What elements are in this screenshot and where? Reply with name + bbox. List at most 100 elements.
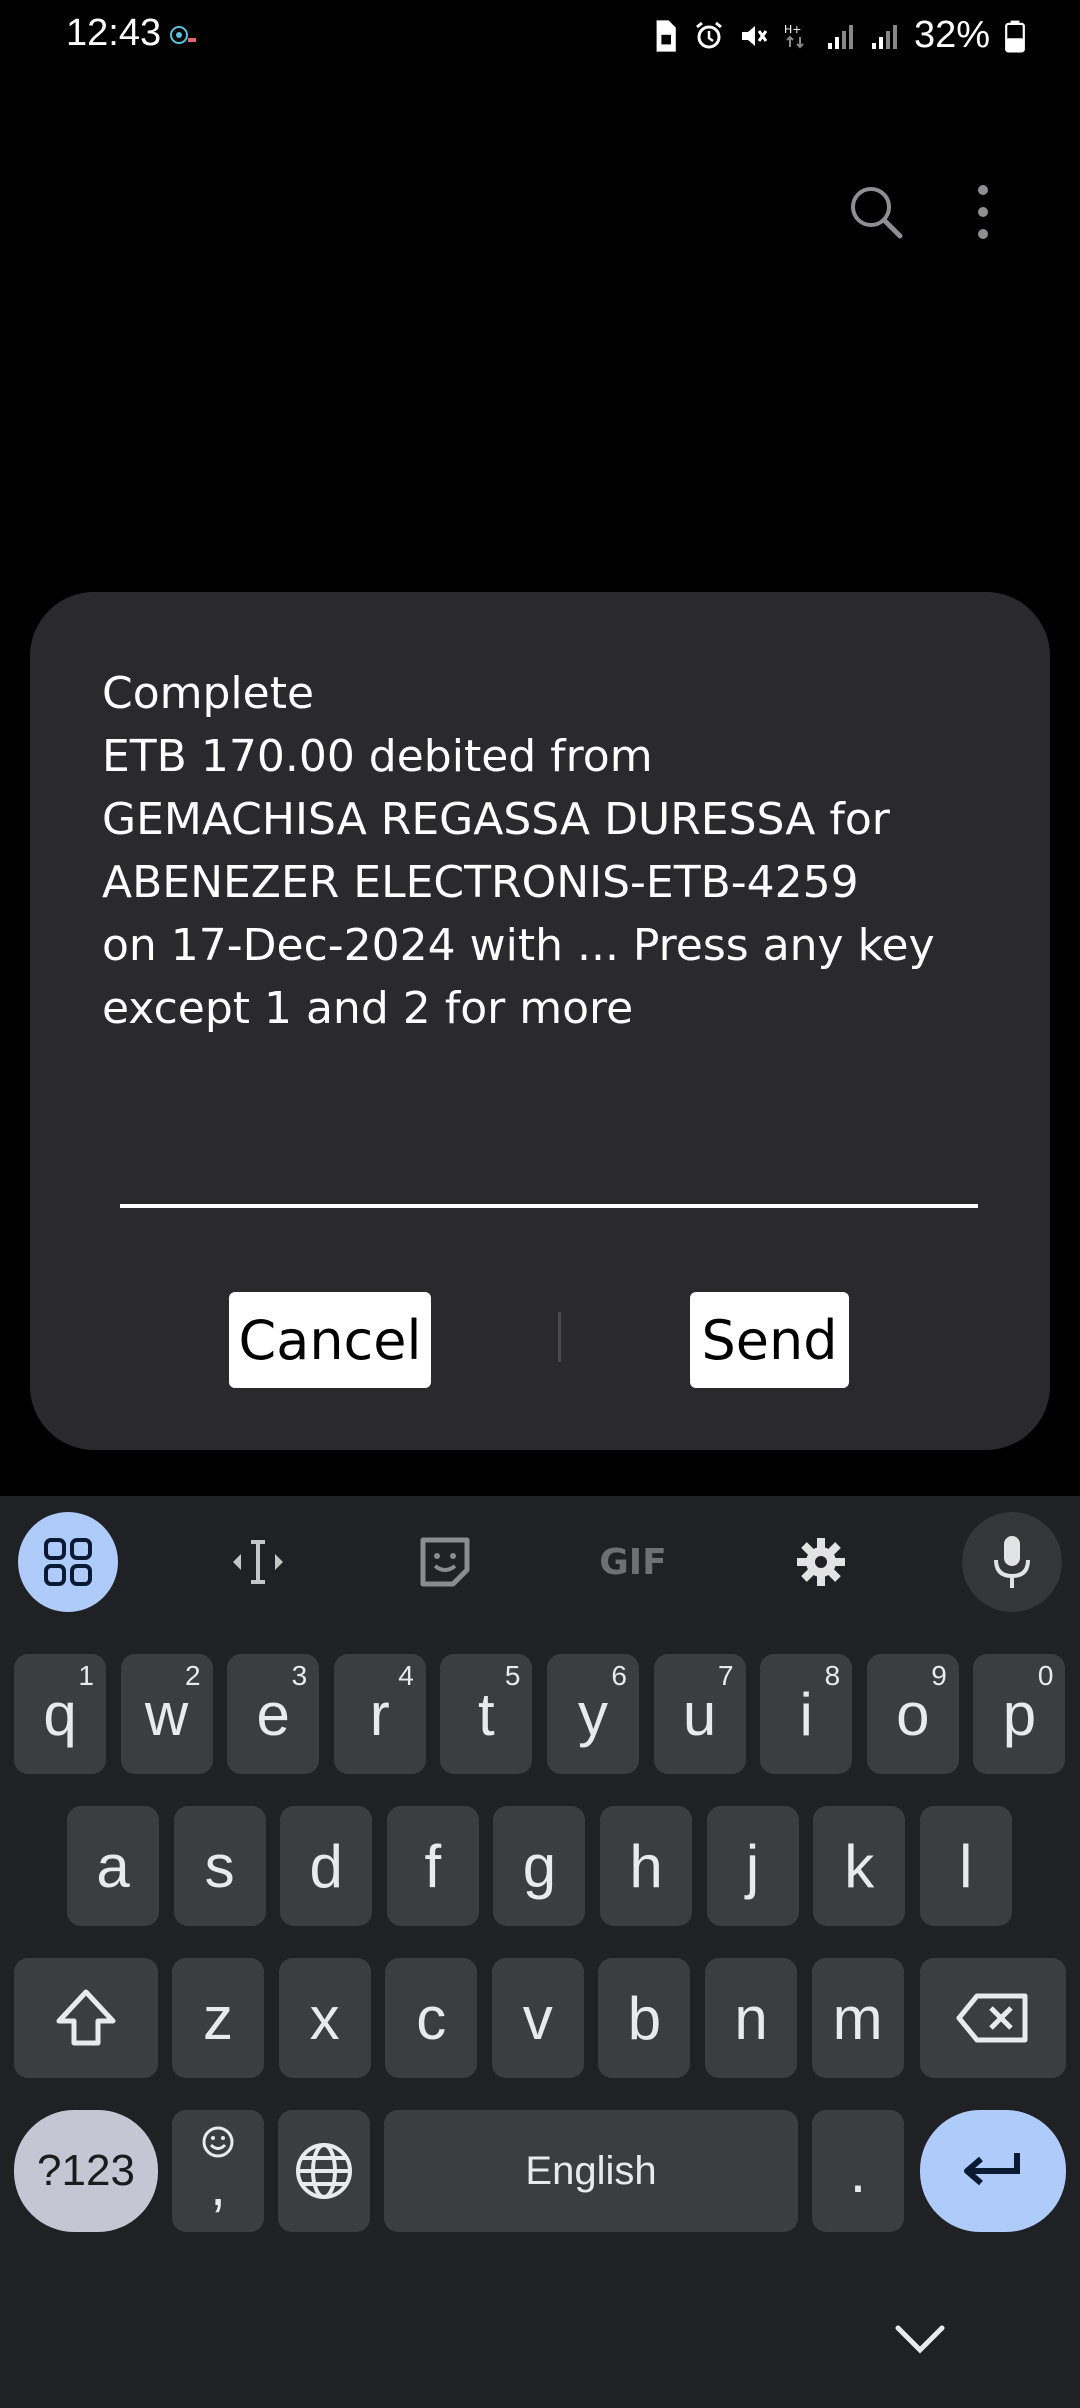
key-label: y <box>578 1680 608 1748</box>
key-t[interactable]: t5 <box>440 1654 533 1774</box>
language-key[interactable] <box>278 2110 370 2232</box>
key-j[interactable]: j <box>706 1806 799 1926</box>
sticker-button[interactable] <box>395 1512 495 1612</box>
svg-text:H+: H+ <box>784 23 802 36</box>
key-label: g <box>522 1832 557 1900</box>
gif-button[interactable]: GIF <box>583 1512 683 1612</box>
key-k[interactable]: k <box>813 1806 906 1926</box>
battery-percent: 32% <box>913 14 990 56</box>
signal-icon <box>827 24 853 49</box>
collapse-keyboard-icon[interactable] <box>892 2320 948 2360</box>
mic-button[interactable] <box>962 1512 1062 1612</box>
button-divider <box>558 1312 561 1362</box>
key-label: f <box>424 1832 442 1900</box>
key-v[interactable]: v <box>491 1958 584 2078</box>
key-n[interactable]: n <box>705 1958 797 2078</box>
key-label: q <box>43 1680 77 1748</box>
key-b[interactable]: b <box>598 1958 691 2078</box>
status-bar: 12:43 H+ 32% <box>0 0 1080 72</box>
dialog-message: Complete ETB 170.00 debited from GEMACHI… <box>102 668 935 1034</box>
emoji-comma-key[interactable]: , <box>172 2110 264 2232</box>
text-cursor-icon <box>233 1540 283 1584</box>
key-hint: 2 <box>185 1660 201 1691</box>
key-a[interactable]: a <box>67 1806 159 1926</box>
status-icons: H+ 32% <box>650 14 1026 57</box>
more-vert-icon[interactable] <box>966 176 1000 248</box>
signal-icon <box>871 24 897 49</box>
key-w[interactable]: w2 <box>120 1654 213 1774</box>
key-label: u <box>682 1680 717 1748</box>
key-label: r <box>369 1680 390 1748</box>
key-label: k <box>844 1832 875 1900</box>
symbols-key[interactable]: ?123 <box>14 2110 158 2232</box>
shift-key[interactable] <box>14 1958 158 2078</box>
key-label: o <box>896 1680 930 1748</box>
key-hint: 1 <box>78 1660 94 1691</box>
key-hint: 6 <box>611 1660 627 1691</box>
shift-icon <box>56 1989 116 2046</box>
key-label: e <box>256 1680 290 1748</box>
key-q[interactable]: q1 <box>14 1654 106 1774</box>
send-button[interactable]: Send <box>690 1292 849 1388</box>
key-label: v <box>522 1984 553 2052</box>
key-h[interactable]: h <box>600 1806 692 1926</box>
key-r[interactable]: r4 <box>333 1654 426 1774</box>
key-f[interactable]: f <box>386 1806 479 1926</box>
apps-grid-button[interactable] <box>18 1512 118 1612</box>
key-hint: 7 <box>718 1660 734 1691</box>
backspace-key[interactable] <box>920 1958 1066 2078</box>
key-label: c <box>416 1984 447 2052</box>
key-o[interactable]: o9 <box>866 1654 959 1774</box>
text-cursor-button[interactable] <box>208 1512 308 1612</box>
key-label: z <box>203 1984 233 2052</box>
key-label: l <box>959 1832 973 1900</box>
key-label: d <box>309 1832 343 1900</box>
sticker-icon <box>420 1537 470 1587</box>
space-key[interactable]: English <box>384 2110 798 2232</box>
key-label: i <box>799 1680 813 1748</box>
key-label: a <box>96 1832 130 1900</box>
mic-icon <box>994 1536 1030 1588</box>
key-label: m <box>832 1984 883 2052</box>
key-hint: 9 <box>931 1660 947 1691</box>
key-label: j <box>745 1832 760 1900</box>
key-label: t <box>478 1680 495 1748</box>
key-label: s <box>204 1832 235 1900</box>
key-hint: 3 <box>291 1660 308 1691</box>
mute-icon <box>741 25 768 46</box>
key-label: x <box>309 1984 340 2052</box>
backspace-icon <box>956 1993 1028 2043</box>
ussd-dialog: Complete ETB 170.00 debited from GEMACHI… <box>30 592 1050 1450</box>
key-p[interactable]: p0 <box>973 1654 1066 1774</box>
key-label: w <box>144 1680 189 1748</box>
alarm-icon <box>696 21 722 48</box>
globe-icon <box>296 2143 352 2199</box>
period-key[interactable]: . <box>812 2110 904 2232</box>
key-g[interactable]: g <box>493 1806 586 1926</box>
key-label: n <box>734 1984 768 2052</box>
key-y[interactable]: y6 <box>547 1654 639 1774</box>
enter-key[interactable] <box>920 2110 1066 2232</box>
key-hint: 0 <box>1037 1660 1054 1691</box>
response-input[interactable] <box>120 1204 978 1208</box>
key-e[interactable]: e3 <box>227 1654 320 1774</box>
key-d[interactable]: d <box>280 1806 373 1926</box>
cancel-button[interactable]: Cancel <box>229 1292 431 1388</box>
key-u[interactable]: u7 <box>653 1654 746 1774</box>
key-hint: 4 <box>398 1660 414 1691</box>
key-l[interactable]: l <box>919 1806 1012 1926</box>
battery-icon <box>1005 20 1025 53</box>
status-time: 12:43 <box>66 12 162 54</box>
key-x[interactable]: x <box>278 1958 371 2078</box>
key-i[interactable]: i8 <box>760 1654 853 1774</box>
settings-button[interactable] <box>771 1512 871 1612</box>
key-label: b <box>627 1984 662 2052</box>
network-hplus-icon: H+ <box>784 23 804 48</box>
key-c[interactable]: c <box>385 1958 478 2078</box>
key-label: p <box>1002 1680 1037 1748</box>
key-m[interactable]: m <box>811 1958 904 2078</box>
keyboard: GIF ?123 , English . q 1 w 2 e 3 r 4 t 5… <box>0 1496 1080 2408</box>
key-s[interactable]: s <box>173 1806 266 1926</box>
key-z[interactable]: z <box>172 1958 264 2078</box>
search-icon[interactable] <box>846 182 906 242</box>
